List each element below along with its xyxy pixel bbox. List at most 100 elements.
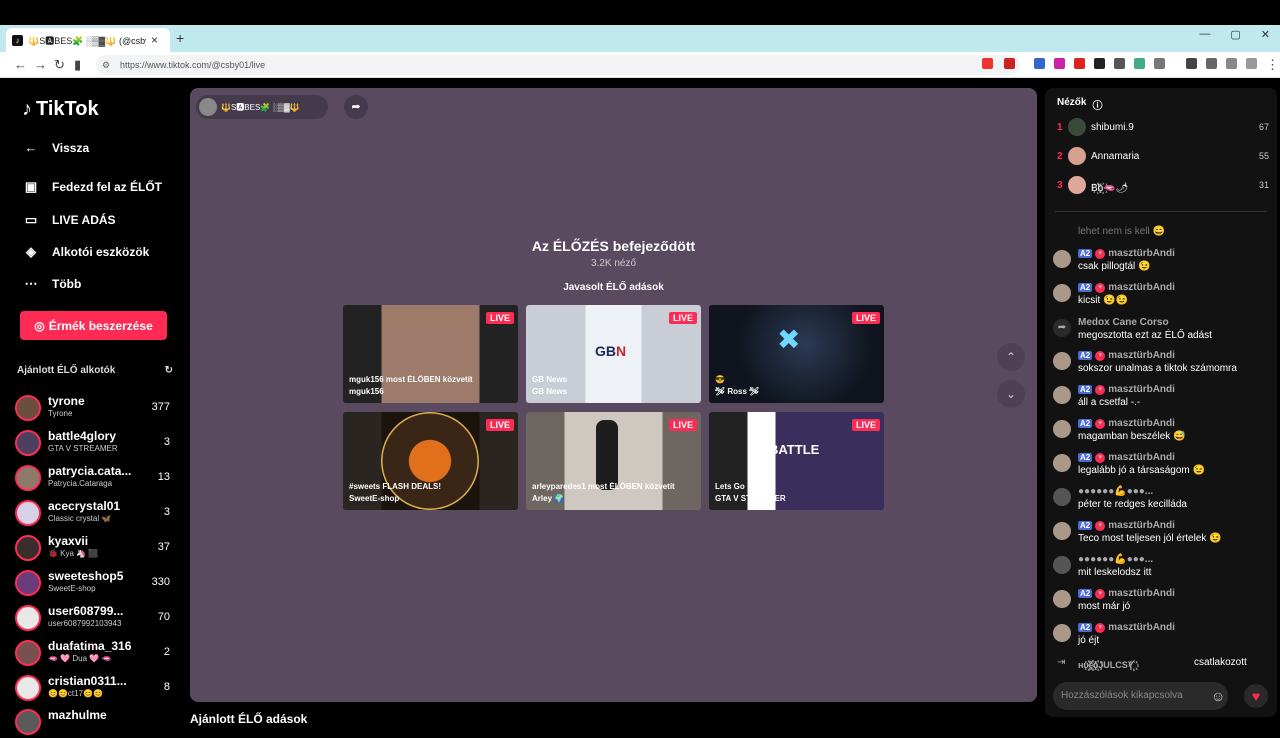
- message-user[interactable]: masztürbAndi: [1108, 418, 1175, 429]
- message-user[interactable]: masztürbAndi: [1108, 452, 1175, 463]
- live-card[interactable]: GBN LIVE GB News GB News: [526, 305, 701, 403]
- get-coins-label: Érmék beszerzése: [48, 318, 153, 333]
- creator-item[interactable]: tyrone Tyrone 377: [15, 392, 173, 424]
- card-subtitle: mguk156: [349, 387, 384, 396]
- avatar: [199, 98, 217, 116]
- nav-creator-tools[interactable]: ◈ Alkotói eszközök: [22, 244, 149, 260]
- message-text: csak pillogtál 😉: [1078, 261, 1151, 272]
- extension-translate-icon[interactable]: [1034, 58, 1045, 69]
- close-window-button[interactable]: ✕: [1261, 28, 1270, 41]
- refresh-icon[interactable]: ↻: [165, 365, 173, 376]
- chat-message: A2 ♥ masztürbAndi kicsit 😉😉: [1053, 282, 1273, 314]
- wallet-icon[interactable]: [1206, 58, 1217, 69]
- creator-item[interactable]: user608799... user6087992103943 70: [15, 602, 173, 634]
- minimize-button[interactable]: —: [1199, 28, 1210, 41]
- host-chip[interactable]: 🔱S🅰BES🧩 ░▒▓🔱: [196, 95, 328, 119]
- creator-item[interactable]: acecrystal01 Classic crystal 🦋 3: [15, 497, 173, 529]
- browser-tab[interactable]: ♪ 🔱S🅰BES🧩 ░▒▓🔱 (@csby01) ×: [6, 28, 170, 52]
- extension-x-icon[interactable]: [1054, 58, 1065, 69]
- back-icon[interactable]: ←: [14, 57, 27, 72]
- site-info-icon[interactable]: ⚙: [102, 55, 110, 75]
- viewer-score: 55: [1258, 151, 1269, 161]
- message-user[interactable]: masztürbAndi: [1108, 248, 1175, 259]
- scroll-down-button[interactable]: ⌄: [997, 380, 1025, 408]
- avatar: [1053, 284, 1071, 302]
- join-event: ⇥ ʜᴜ꙰ϵ꙰ɢ꙰JULCSY꙰ csatlakozott: [1053, 656, 1273, 676]
- maximize-button[interactable]: ▢: [1230, 28, 1240, 41]
- rank: 2: [1057, 151, 1063, 162]
- url-field[interactable]: ⚙ https://www.tiktok.com/@csby01/live: [96, 55, 1020, 75]
- tiktok-logo[interactable]: ♪ TikTok: [22, 98, 99, 121]
- level-badge: A2: [1078, 419, 1093, 428]
- extension-circle-icon[interactable]: [1094, 58, 1105, 69]
- message-user[interactable]: masztürbAndi: [1108, 350, 1175, 361]
- message-user[interactable]: masztürbAndi: [1108, 588, 1175, 599]
- message-user[interactable]: masztürbAndi: [1108, 282, 1175, 293]
- creator-item[interactable]: mazhulme: [15, 706, 173, 738]
- live-card[interactable]: LIVE #sweets FLASH DEALS! SweetE-shop: [343, 412, 518, 510]
- card-title: #sweets FLASH DEALS!: [349, 482, 442, 491]
- message-user[interactable]: masztürbAndi: [1108, 622, 1175, 633]
- message-user[interactable]: ●●●●●●💪●●●...: [1078, 554, 1153, 565]
- message-user[interactable]: masztürbAndi: [1108, 384, 1175, 395]
- ai-icon[interactable]: [1226, 58, 1237, 69]
- level-badge: A2: [1078, 351, 1093, 360]
- host-name: 🔱S🅰BES🧩 ░▒▓🔱: [221, 102, 300, 112]
- join-user[interactable]: ʜᴜ꙰ϵ꙰ɢ꙰JULCSY꙰: [1078, 658, 1134, 671]
- nav-explore-live[interactable]: ▣ Fedezd fel az ÉLŐT: [22, 179, 162, 195]
- info-icon[interactable]: ⓘ: [1092, 97, 1102, 112]
- message-user[interactable]: ●●●●●●💪●●●...: [1078, 486, 1153, 497]
- top-viewer[interactable]: 3 B꙰b꙰🫦🌶 31: [1057, 176, 1269, 196]
- bookmark-icon[interactable]: ▮: [74, 57, 81, 73]
- card-title: arleyparedes1 most ÉLŐBEN közvetít: [532, 482, 675, 491]
- emoji-icon[interactable]: ☺: [1211, 688, 1225, 704]
- top-viewer[interactable]: 2 Annamaria 55: [1057, 147, 1269, 167]
- viewer-count: 3: [163, 506, 170, 518]
- live-card[interactable]: LIVE arleyparedes1 most ÉLŐBEN közvetít …: [526, 412, 701, 510]
- scroll-up-button[interactable]: ⌃: [997, 343, 1025, 371]
- chat-message: ●●●●●●💪●●●... péter te redges kecilláda: [1053, 486, 1273, 518]
- creator-name: tyrone: [48, 394, 85, 408]
- extension-triangle-icon[interactable]: [1004, 58, 1015, 69]
- extension-hls-icon[interactable]: [1074, 58, 1085, 69]
- reload-icon[interactable]: ↻: [54, 57, 65, 73]
- creator-item[interactable]: kyaxvii 🐞 Kya 🦄 ⬛ 37: [15, 532, 173, 564]
- message-text: magamban beszélek 😅: [1078, 431, 1186, 442]
- get-coins-button[interactable]: ◎ Érmék beszerzése: [20, 311, 167, 340]
- creator-item[interactable]: patrycia.cata... Patrycia.Cataraga 13: [15, 462, 173, 494]
- extension-brave-icon[interactable]: [982, 58, 993, 69]
- viewer-count: 37: [157, 541, 170, 553]
- top-viewer[interactable]: 1 shibumi.9 67: [1057, 118, 1269, 138]
- creator-item[interactable]: sweeteshop5 SweetE-shop 330: [15, 567, 173, 599]
- nav-live-studio[interactable]: ▭ LIVE ADÁS: [22, 212, 116, 228]
- creator-item[interactable]: battle4glory GTA V STREAMER 3: [15, 427, 173, 459]
- live-card[interactable]: ✖ LIVE 😎 🛩 Ross 🛩: [709, 305, 884, 403]
- viewer-count: 2: [163, 646, 170, 658]
- message-user[interactable]: masztürbAndi: [1108, 520, 1175, 531]
- viewers-title: Nézők: [1057, 97, 1087, 108]
- avatar: [15, 640, 41, 666]
- message-user[interactable]: Medox Cane Corso: [1078, 317, 1169, 328]
- share-icon: ➦: [1053, 319, 1071, 337]
- nav-explore-label: Fedezd fel az ÉLŐT: [52, 180, 163, 194]
- extension-puzzle-icon[interactable]: [1114, 58, 1125, 69]
- creator-item[interactable]: duafatima_316 🫦 🩷 Dua 🩷 🫦 2: [15, 637, 173, 669]
- like-button[interactable]: ♥: [1244, 684, 1268, 708]
- viewer-count: 377: [151, 401, 170, 413]
- creator-item[interactable]: cristian0311... 😊😊ct17😊😊 8: [15, 672, 173, 704]
- forward-icon[interactable]: →: [34, 57, 47, 72]
- comment-input[interactable]: Hozzászólások kikapcsolva: [1053, 682, 1228, 710]
- extension-green-icon[interactable]: [1134, 58, 1145, 69]
- share-button[interactable]: ➦: [344, 95, 368, 119]
- message-header: A2 ♥ masztürbAndi: [1078, 588, 1175, 599]
- sidebar-toggle-icon[interactable]: [1186, 58, 1197, 69]
- live-card[interactable]: LIVE mguk156 most ÉLŐBEN közvetít mguk15…: [343, 305, 518, 403]
- nav-back[interactable]: ← Vissza: [22, 140, 90, 155]
- shield-icon[interactable]: [1246, 58, 1257, 69]
- extension-box-icon[interactable]: [1154, 58, 1165, 69]
- live-card[interactable]: BATTLE LIVE Lets Go GTA V STREAMER: [709, 412, 884, 510]
- new-tab-button[interactable]: +: [176, 30, 184, 46]
- close-tab-icon[interactable]: ×: [151, 33, 158, 47]
- nav-more[interactable]: ⋯ Több: [22, 276, 82, 292]
- browser-menu-icon[interactable]: ⋮: [1266, 57, 1279, 73]
